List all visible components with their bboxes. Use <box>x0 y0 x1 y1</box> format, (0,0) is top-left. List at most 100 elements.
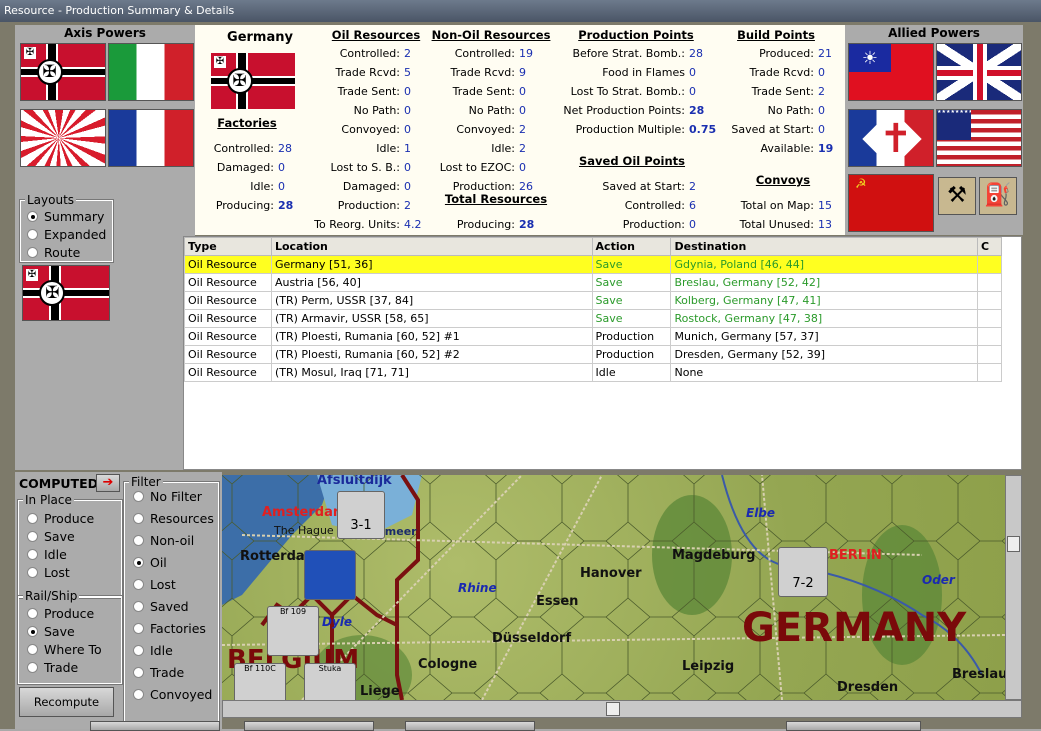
radio-icon[interactable] <box>133 601 144 612</box>
map-label-magdeburg: Magdeburg <box>672 548 756 563</box>
column-destination[interactable]: Destination <box>670 237 978 256</box>
table-row[interactable]: Oil Resource (TR) Perm, USSR [37, 84] Save… <box>184 291 1002 310</box>
railship-option-radio[interactable]: Save <box>27 624 75 639</box>
inplace-option-radio[interactable]: Produce <box>27 511 94 526</box>
bottom-button-4[interactable] <box>786 721 921 731</box>
inplace-option-label: Save <box>44 529 75 544</box>
table-row[interactable]: Oil Resource (TR) Mosul, Iraq [71, 71] Idl… <box>184 363 1002 382</box>
bottom-button-3[interactable] <box>405 721 535 731</box>
radio-icon[interactable] <box>27 513 38 524</box>
radio-icon[interactable] <box>133 513 144 524</box>
build-label: Trade Rcvd: <box>749 66 814 79</box>
map-vertical-scrollbar[interactable] <box>1005 475 1022 700</box>
country-name: Germany <box>227 30 293 45</box>
radio-icon[interactable] <box>27 608 38 619</box>
uk-flag[interactable] <box>936 43 1022 101</box>
map-horizontal-scrollbar[interactable] <box>222 700 1022 718</box>
recompute-button[interactable]: Recompute <box>19 687 114 717</box>
railship-option-radio[interactable]: Trade <box>27 660 78 675</box>
radio-icon[interactable] <box>27 567 38 578</box>
radio-icon[interactable] <box>27 662 38 673</box>
map-label-essen: Essen <box>536 594 579 609</box>
table-row[interactable]: Oil Resource Austria [56, 40] Save Breslau,… <box>184 273 1002 292</box>
column-action[interactable]: Action <box>591 237 672 256</box>
bottom-button-2[interactable] <box>244 721 374 731</box>
map-unit-bf110c[interactable]: Bf 110C <box>234 663 286 700</box>
filter-option-radio[interactable]: Non-oil <box>133 533 194 548</box>
map-unit-corps[interactable]: 3-1 <box>337 491 385 539</box>
filter-option-radio[interactable]: Oil <box>133 555 167 570</box>
railship-option-radio[interactable]: Where To <box>27 642 102 657</box>
radio-icon[interactable] <box>133 689 144 700</box>
build-label: No Path: <box>767 104 814 117</box>
germany-flag[interactable]: ✠ ✠ <box>20 43 106 101</box>
rail-ship-group: Rail/Ship Produce Save Where To Trade <box>17 589 123 685</box>
savedoil-value: 0 <box>689 218 696 231</box>
column-location[interactable]: Location <box>270 237 593 256</box>
map-unit-stuka[interactable]: Stuka <box>304 663 356 700</box>
nonoil-value: 2 <box>519 123 526 136</box>
radio-icon[interactable] <box>27 531 38 542</box>
vichy-france-flag[interactable] <box>108 109 194 167</box>
map-unit-fleet[interactable] <box>304 550 356 600</box>
map-view[interactable]: Afsluitdijk Amsterdam The Hague selmeer … <box>222 475 1005 700</box>
ussr-flag[interactable]: ☭ <box>848 174 934 232</box>
horizontal-scroll-thumb[interactable] <box>606 702 620 716</box>
radio-icon[interactable] <box>133 579 144 590</box>
convoys-label: Total Unused: <box>739 218 814 231</box>
filter-option-radio[interactable]: Resources <box>133 511 214 526</box>
oil-derrick-icon[interactable]: ⛽ <box>979 177 1017 215</box>
radio-icon[interactable] <box>133 667 144 678</box>
radio-icon[interactable] <box>133 623 144 634</box>
filter-option-radio[interactable]: No Filter <box>133 489 202 504</box>
layout-summary-radio[interactable]: Summary <box>27 209 104 224</box>
inplace-option-radio[interactable]: Save <box>27 529 75 544</box>
computed-arrow-button[interactable]: ➔ <box>96 474 120 492</box>
column-type[interactable]: Type <box>184 237 272 256</box>
column-c[interactable]: C <box>977 237 1002 256</box>
oil-label: Damaged: <box>342 180 400 193</box>
build-header: Build Points <box>737 28 815 42</box>
oil-value: 0 <box>404 104 411 117</box>
bottom-button-1[interactable] <box>90 721 220 731</box>
railship-option-label: Produce <box>44 606 95 621</box>
in-place-title: In Place <box>23 493 74 507</box>
layout-expanded-radio[interactable]: Expanded <box>27 227 106 242</box>
radio-icon[interactable] <box>133 645 144 656</box>
free-france-flag[interactable]: ✝ <box>848 109 934 167</box>
inplace-option-radio[interactable]: Lost <box>27 565 70 580</box>
italy-flag[interactable] <box>108 43 194 101</box>
filter-option-label: Convoyed <box>150 687 213 702</box>
country-flag: ✠ ✠ <box>211 53 295 109</box>
table-row[interactable]: Oil Resource (TR) Armavir, USSR [58, 65] S… <box>184 309 1002 328</box>
china-flag[interactable]: ☀ <box>848 43 934 101</box>
filter-option-radio[interactable]: Trade <box>133 665 184 680</box>
radio-icon[interactable] <box>133 557 144 568</box>
build-label: Produced: <box>759 47 814 60</box>
filter-option-radio[interactable]: Factories <box>133 621 206 636</box>
savedoil-header: Saved Oil Points <box>578 154 686 168</box>
radio-icon[interactable] <box>27 549 38 560</box>
table-row[interactable]: Oil Resource (TR) Ploesti, Rumania [60, 5… <box>184 345 1002 364</box>
railship-option-radio[interactable]: Produce <box>27 606 94 621</box>
map-unit-bf109[interactable]: Bf 109 <box>267 606 319 656</box>
filter-option-radio[interactable]: Lost <box>133 577 176 592</box>
japan-flag[interactable] <box>20 109 106 167</box>
mine-resource-icon[interactable]: ⚒ <box>938 177 976 215</box>
usa-flag[interactable]: ★★★★★★★★★★★★★★★★★★★★★★★★★★★★★★★★★★★★★★★★… <box>936 109 1022 167</box>
oil-header: Oil Resources <box>331 28 421 42</box>
layout-route-radio[interactable]: Route <box>27 245 80 260</box>
radio-icon[interactable] <box>133 491 144 502</box>
inplace-option-radio[interactable]: Idle <box>27 547 67 562</box>
radio-icon[interactable] <box>27 644 38 655</box>
map-unit-armor[interactable]: 7-2 <box>778 547 828 597</box>
radio-icon[interactable] <box>27 626 38 637</box>
filter-title: Filter <box>129 475 163 489</box>
table-row[interactable]: Oil Resource (TR) Ploesti, Rumania [60, 5… <box>184 327 1002 346</box>
filter-option-radio[interactable]: Saved <box>133 599 189 614</box>
radio-icon[interactable] <box>133 535 144 546</box>
vertical-scroll-thumb[interactable] <box>1007 536 1020 552</box>
table-row[interactable]: Oil Resource Germany [51, 36] Save Gdynia, … <box>184 255 1002 274</box>
filter-option-radio[interactable]: Convoyed <box>133 687 212 702</box>
filter-option-radio[interactable]: Idle <box>133 643 173 658</box>
